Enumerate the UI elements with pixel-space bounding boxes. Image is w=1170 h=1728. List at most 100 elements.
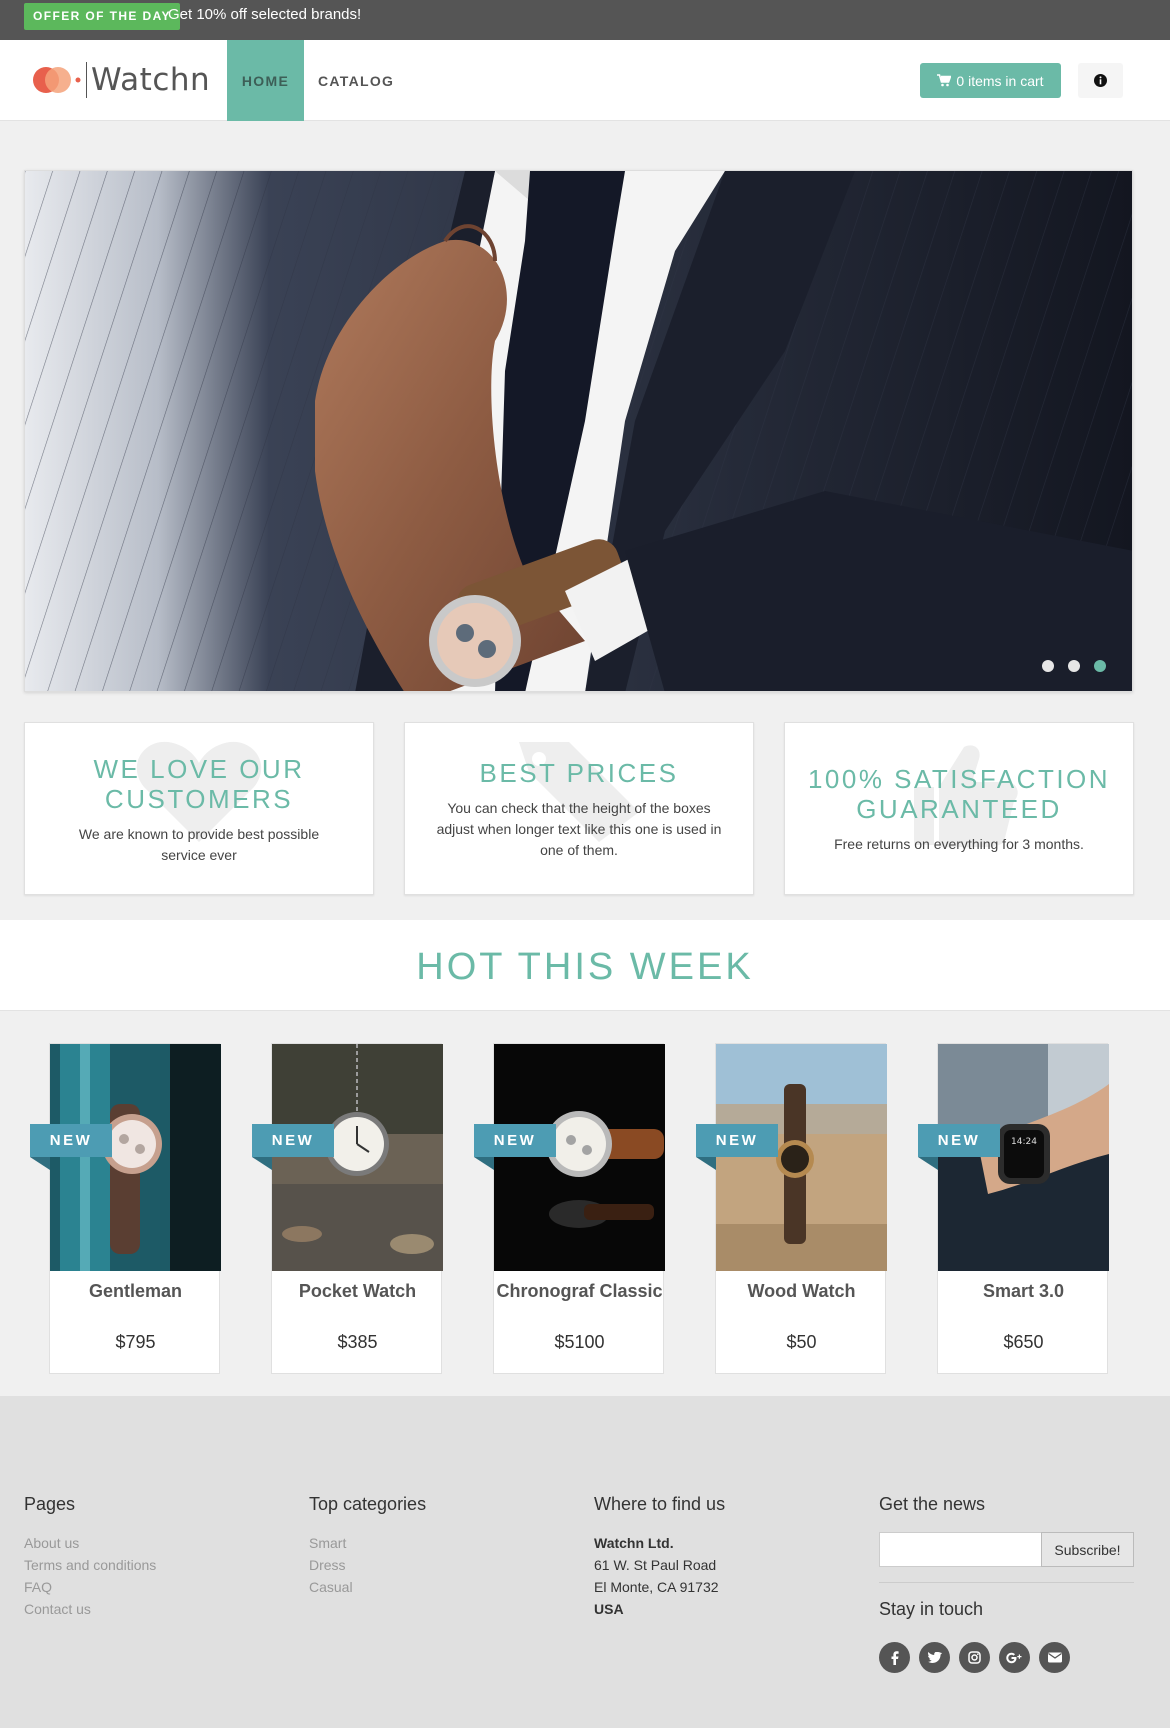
svg-text:14:24: 14:24: [1011, 1137, 1037, 1147]
address-street: 61 W. St Paul Road: [594, 1557, 717, 1573]
facebook-icon: [891, 1650, 899, 1665]
product-name[interactable]: Smart 3.0: [938, 1280, 1109, 1302]
product-price: $795: [115, 1332, 156, 1352]
product-photo: [716, 1044, 887, 1271]
footer-link-casual[interactable]: Casual: [309, 1576, 426, 1598]
product-price: $385: [337, 1332, 378, 1352]
footer-address: Where to find us Watchn Ltd. 61 W. St Pa…: [594, 1494, 725, 1620]
new-badge: NEW: [696, 1124, 778, 1157]
newsletter-email-input[interactable]: [879, 1532, 1042, 1567]
offer-text[interactable]: Get 10% off selected brands!: [168, 5, 361, 25]
social-links: [879, 1642, 1070, 1673]
brand-name: Watchn: [91, 62, 211, 98]
main-navbar: Watchn HOME CATALOG 0 items in cart: [0, 40, 1170, 121]
footer-link-terms[interactable]: Terms and conditions: [24, 1554, 156, 1576]
footer-pages: Pages About us Terms and conditions FAQ …: [24, 1494, 156, 1620]
brand-logo[interactable]: Watchn: [32, 58, 210, 102]
new-badge: NEW: [474, 1124, 556, 1157]
footer-heading: Where to find us: [594, 1494, 726, 1514]
carousel-dot-1[interactable]: [1042, 660, 1054, 672]
email-link[interactable]: [1039, 1642, 1070, 1673]
new-badge: NEW: [252, 1124, 334, 1157]
divider: [879, 1582, 1134, 1583]
product-name[interactable]: Pocket Watch: [272, 1280, 443, 1302]
feature-satisfaction: 100% SATISFACTION GUARANTEED Free return…: [784, 722, 1134, 895]
twitter-icon: [927, 1651, 942, 1663]
product-image[interactable]: [716, 1044, 887, 1271]
section-title: HOT THIS WEEK: [416, 946, 754, 988]
google-plus-link[interactable]: [999, 1642, 1030, 1673]
offer-bar: OFFER OF THE DAY Get 10% off selected br…: [0, 0, 1170, 40]
logo-divider: [86, 62, 87, 98]
badge-fold: [252, 1157, 272, 1170]
facebook-link[interactable]: [879, 1642, 910, 1673]
instagram-icon: [968, 1651, 981, 1664]
nav-home[interactable]: HOME: [227, 40, 304, 121]
feature-text: You can check that the height of the box…: [436, 800, 722, 858]
company-name: Watchn Ltd.: [594, 1535, 674, 1551]
footer-heading: Top categories: [309, 1494, 427, 1514]
carousel-dot-2[interactable]: [1068, 660, 1080, 672]
envelope-icon: [1047, 1652, 1062, 1663]
google-plus-icon: [1006, 1652, 1022, 1663]
twitter-link[interactable]: [919, 1642, 950, 1673]
shopping-cart-icon: [937, 74, 952, 87]
carousel-dot-3[interactable]: [1094, 660, 1106, 672]
site-footer: Pages About us Terms and conditions FAQ …: [0, 1396, 1170, 1728]
product-photo: [50, 1044, 221, 1271]
product-name[interactable]: Gentleman: [50, 1280, 221, 1302]
hero-image: [25, 171, 1132, 691]
hero-carousel[interactable]: [24, 170, 1133, 692]
product-price: $5100: [554, 1332, 605, 1352]
footer-link-contact[interactable]: Contact us: [24, 1598, 156, 1620]
subscribe-button[interactable]: Subscribe!: [1041, 1532, 1134, 1567]
product-card[interactable]: NEW Gentleman $795: [30, 1043, 221, 1374]
product-image[interactable]: [272, 1044, 443, 1271]
info-button[interactable]: [1078, 63, 1123, 98]
product-image[interactable]: [50, 1044, 221, 1271]
footer-heading: Get the news: [879, 1494, 986, 1514]
feature-customers: WE LOVE OUR CUSTOMERS We are known to pr…: [24, 722, 374, 895]
feature-title: BEST PRICES: [479, 758, 679, 788]
footer-link-dress[interactable]: Dress: [309, 1554, 426, 1576]
product-card[interactable]: NEW Pocket Watch $385: [252, 1043, 443, 1374]
product-card[interactable]: NEW Wood Watch $50: [696, 1043, 887, 1374]
product-card[interactable]: NEW Chronograf Classic $5100: [474, 1043, 665, 1374]
badge-fold: [696, 1157, 716, 1170]
footer-categories: Top categories Smart Dress Casual: [309, 1494, 426, 1598]
product-image[interactable]: 14:24: [938, 1044, 1109, 1271]
product-photo: 14:24: [938, 1044, 1109, 1271]
product-name[interactable]: Wood Watch: [716, 1280, 887, 1302]
product-price: $650: [1003, 1332, 1044, 1352]
feature-prices: BEST PRICES You can check that the heigh…: [404, 722, 754, 895]
logo-mark-icon: [33, 67, 81, 93]
feature-text: Free returns on everything for 3 months.: [834, 836, 1084, 852]
footer-link-smart[interactable]: Smart: [309, 1532, 426, 1554]
badge-fold: [30, 1157, 50, 1170]
nav-catalog[interactable]: CATALOG: [318, 40, 394, 121]
footer-newsletter: Get the news Subscribe! Stay in touch: [879, 1494, 1139, 1694]
cart-label: 0 items in cart: [956, 72, 1044, 89]
product-image[interactable]: [494, 1044, 665, 1271]
footer-link-about[interactable]: About us: [24, 1532, 156, 1554]
product-photo: [272, 1044, 443, 1271]
new-badge: NEW: [30, 1124, 112, 1157]
footer-heading: Pages: [24, 1494, 76, 1514]
carousel-indicators: [1042, 660, 1106, 672]
cart-button[interactable]: 0 items in cart: [920, 63, 1061, 98]
footer-link-faq[interactable]: FAQ: [24, 1576, 156, 1598]
product-price: $50: [786, 1332, 817, 1352]
badge-fold: [918, 1157, 938, 1170]
feature-text: We are known to provide best possible se…: [78, 826, 320, 863]
offer-badge: OFFER OF THE DAY: [24, 3, 180, 30]
hot-this-week-band: HOT THIS WEEK: [0, 920, 1170, 1011]
product-photo: [494, 1044, 665, 1271]
product-name[interactable]: Chronograf Classic: [494, 1280, 665, 1302]
product-card[interactable]: 14:24 NEW Smart 3.0 $650: [918, 1043, 1109, 1374]
badge-fold: [474, 1157, 494, 1170]
stay-in-touch-heading: Stay in touch: [879, 1599, 984, 1619]
instagram-link[interactable]: [959, 1642, 990, 1673]
info-circle-icon: [1094, 74, 1107, 87]
address-country: USA: [594, 1601, 624, 1617]
feature-title: WE LOVE OUR CUSTOMERS: [93, 754, 305, 814]
